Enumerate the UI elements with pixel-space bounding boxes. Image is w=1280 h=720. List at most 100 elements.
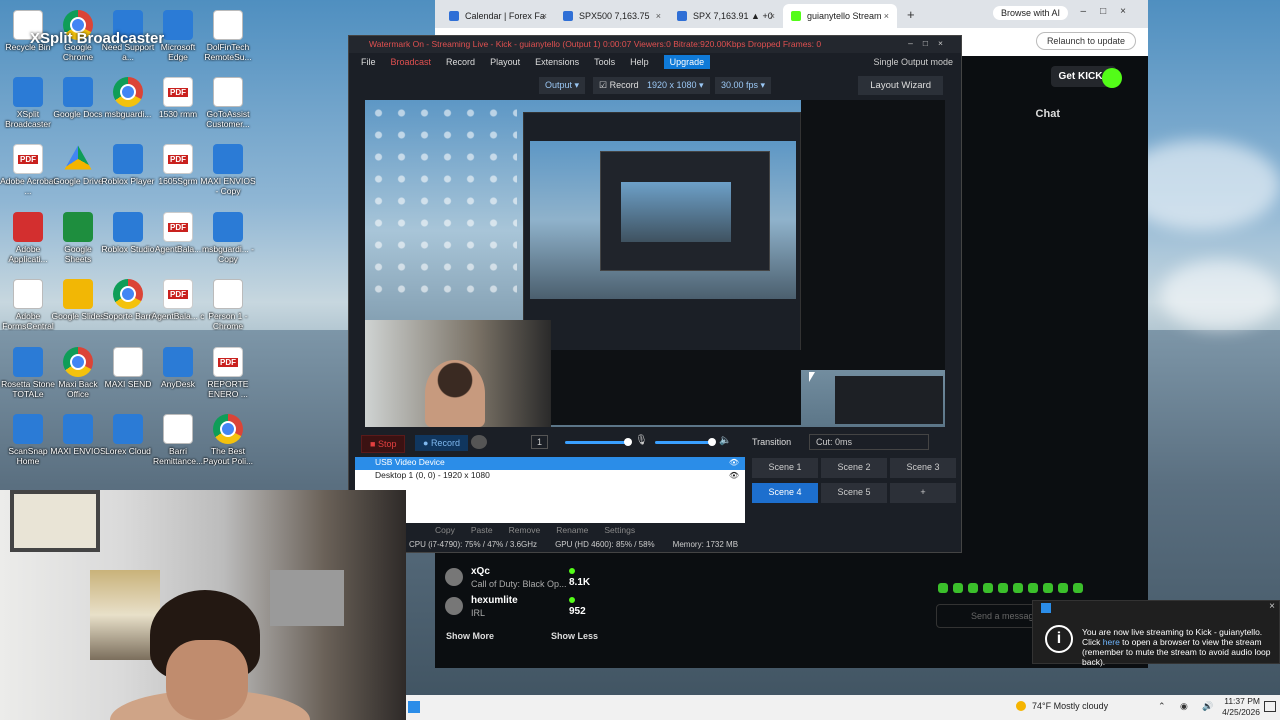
desktop-icon[interactable]: ScanSnap Home [0,412,56,472]
fps-dropdown[interactable]: 30.00 fps ▾ [715,77,772,94]
desktop-icon[interactable]: Barri Remittance... [150,412,206,472]
desktop-icon[interactable]: Person 1 - Chrome [200,277,256,337]
window-controls[interactable]: –□× [1081,6,1140,17]
speaker-volume-slider[interactable] [655,438,716,446]
mic-mute-icon[interactable]: 🎙 [635,435,648,446]
taskbar-clock[interactable]: 11:37 PM 4/25/2026 [1214,696,1260,718]
desktop-icon[interactable]: Rosetta Stone TOTALe [0,345,56,405]
paste-button[interactable]: Paste [471,525,493,535]
speaker-icon[interactable]: 🔈 [719,435,731,446]
desktop-icon[interactable]: MAXI SEND [100,345,156,405]
browser-tab[interactable]: SPX 7,163.91 ▲ +0 × [669,4,783,28]
single-output-mode-toggle[interactable]: Single Output mode [873,57,953,67]
stage-preview[interactable] [365,100,945,427]
close-icon[interactable]: × [770,11,775,21]
layout-wizard-button[interactable]: Layout Wizard [858,76,943,95]
here-link[interactable]: here [1103,637,1120,647]
desktop-icon[interactable]: Lorex Cloud [100,412,156,472]
source-item[interactable]: USB Video Device 👁 [355,457,745,470]
desktop-icon[interactable]: PDF Adobe Acrobat ... [0,142,56,202]
menu-record[interactable]: Record [446,57,475,67]
copy-button[interactable]: Copy [435,525,455,535]
preview-webcam [365,320,551,427]
clock-time: 11:37 PM [1224,696,1260,706]
browser-tab[interactable]: Calendar | Forex Fa × [441,4,555,28]
system-tray[interactable]: ⌃ ◉ 🔊 [1158,701,1220,712]
desktop-icon[interactable]: Roblox Studio [100,210,156,270]
google-slides-icon [63,279,93,309]
notification-center-icon[interactable] [1264,701,1276,712]
menu-file[interactable]: File [361,57,376,67]
browse-with-ai-button[interactable]: Browse with AI [992,6,1068,20]
desktop-icon[interactable]: The Best Payout Poli... [200,412,256,472]
desktop-icon[interactable]: msbguardi... [100,75,156,135]
desktop-icon[interactable]: PDF REPORTE ENERO ... [200,345,256,405]
desktop-icon[interactable]: msbguardi... - Copy [200,210,256,270]
remove-button[interactable]: Remove [509,525,541,535]
scene-button[interactable]: Scene 2 [821,458,887,478]
add-scene-button[interactable]: + [890,483,956,503]
menu-playout[interactable]: Playout [490,57,520,67]
show-less-link[interactable]: Show Less [551,631,598,641]
menu-broadcast[interactable]: Broadcast [391,57,432,67]
desktop-icon[interactable]: Maxi Back Office [50,345,106,405]
desktop-icon[interactable]: Soporte Barri [100,277,156,337]
output-dropdown[interactable]: Output ▾ [539,77,586,94]
menu-extensions[interactable]: Extensions [535,57,579,67]
desktop-icon[interactable]: Google Drive [50,142,106,202]
close-icon[interactable]: × [656,11,661,21]
streamer-category: IRL [471,608,486,618]
close-icon[interactable]: × [1269,601,1275,612]
mic-volume-slider[interactable] [565,438,632,446]
record-checkbox[interactable]: ☑ Record [593,77,645,94]
desktop-icon[interactable]: Google Docs [50,75,106,135]
menu-help[interactable]: Help [630,57,649,67]
eye-icon[interactable]: 👁 [729,471,739,480]
desktop-icon[interactable]: Google Sheets [50,210,106,270]
desktop-icon[interactable]: PDF 1530 rmm [150,75,206,135]
upgrade-button[interactable]: Upgrade [663,55,711,69]
user-avatar[interactable] [1102,68,1122,88]
window-controls[interactable]: –□× [908,38,953,48]
desktop-icon[interactable]: Google Slides [50,277,106,337]
desktop-icon[interactable]: MAXI ENVIOS - Copy [200,142,256,202]
resolution-dropdown[interactable]: 1920 x 1080 ▾ [641,77,710,94]
close-icon[interactable]: × [542,11,547,21]
desktop-icon[interactable]: Adobe FormsCentral [0,277,56,337]
transition-dropdown[interactable]: Cut: 0ms [809,434,929,450]
desktop-icon[interactable]: PDF AgentBala... c [150,277,206,337]
desktop-icon[interactable]: PDF 1605Sgrm [150,142,206,202]
browser-tab[interactable]: SPX500 7,163.75 × [555,4,669,28]
camera-icon[interactable] [471,435,487,449]
browser-tab-active[interactable]: guianytello Stream × [783,4,897,28]
weather-widget[interactable]: 74°F Mostly cloudy [1016,701,1108,711]
live-notification-toast[interactable]: × i You are now live streaming to Kick -… [1032,600,1280,667]
scene-number-dropdown[interactable]: 1 [531,435,549,449]
eye-icon[interactable]: 👁 [729,458,739,467]
show-more-link[interactable]: Show More [446,631,494,641]
desktop-icon[interactable]: GoToAssist Customer... [200,75,256,135]
desktop-icon[interactable]: MAXI ENVIOS [50,412,106,472]
scene-button-active[interactable]: Scene 4 [752,483,818,503]
desktop-icon[interactable]: PDF AgentBala... [150,210,206,270]
xsplit-taskbar-icon[interactable] [408,701,420,713]
source-item[interactable]: Desktop 1 (0, 0) - 1920 x 1080 👁 [355,470,745,483]
desktop-icon[interactable]: Adobe Applicati... [0,210,56,270]
scene-button[interactable]: Scene 5 [821,483,887,503]
rename-button[interactable]: Rename [556,525,588,535]
emote-bar[interactable] [938,580,1148,596]
relaunch-to-update-button[interactable]: Relaunch to update [1035,32,1136,50]
stop-button[interactable]: Stop [361,435,406,453]
desktop-icon[interactable]: XSplit Broadcaster [0,75,56,135]
person-face [166,640,248,720]
scene-button[interactable]: Scene 1 [752,458,818,478]
settings-button[interactable]: Settings [604,525,635,535]
desktop-icon[interactable]: DolFinTech RemoteSu... [200,8,256,68]
new-tab-button[interactable]: + [907,7,915,22]
desktop-icon[interactable]: Roblox Player [100,142,156,202]
desktop-icon[interactable]: AnyDesk [150,345,206,405]
scene-button[interactable]: Scene 3 [890,458,956,478]
record-button[interactable]: Record [415,435,468,451]
close-icon[interactable]: × [884,11,889,21]
menu-tools[interactable]: Tools [594,57,615,67]
